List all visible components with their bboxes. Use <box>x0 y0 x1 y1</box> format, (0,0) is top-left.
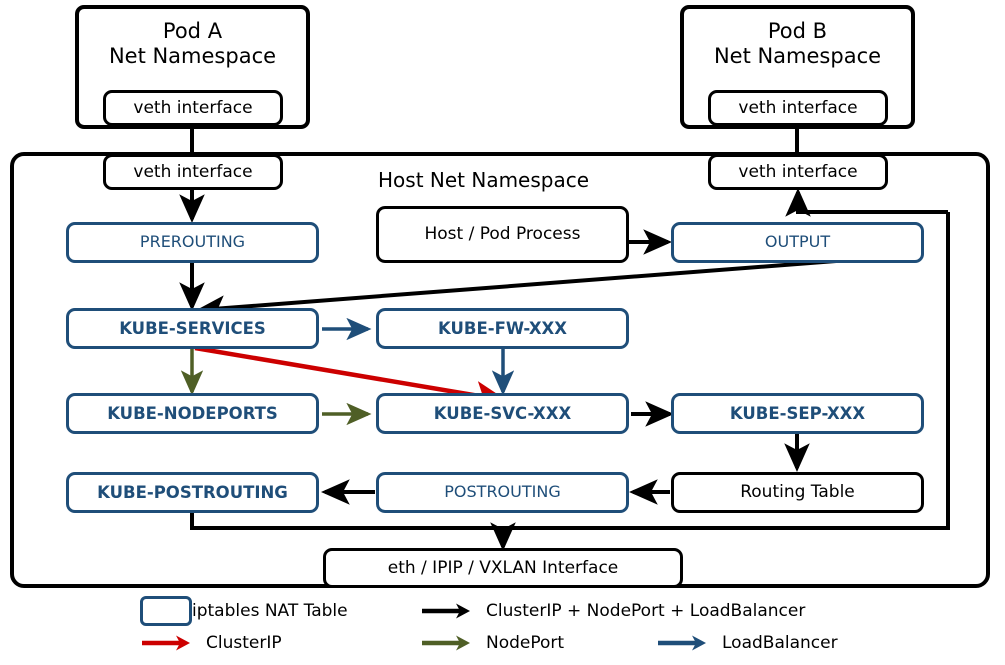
chain-postrouting-label: POSTROUTING <box>444 482 561 502</box>
host-net-namespace-label: Host Net Namespace <box>378 168 590 192</box>
nat-table-swatch-icon <box>140 596 192 626</box>
legend-label-nat-table: iptables NAT Table <box>192 601 348 621</box>
host-pod-process: Host / Pod Process <box>376 206 629 263</box>
legend: iptables NAT Table ClusterIP ClusterIP +… <box>140 596 900 658</box>
legend-item-loadbalancer: LoadBalancer <box>656 628 838 658</box>
pod-a-veth-interface: veth interface <box>103 90 283 126</box>
chain-kube-services-label: KUBE-SERVICES <box>119 318 266 338</box>
legend-item-nodeport: NodePort <box>420 628 564 658</box>
chain-kube-postrouting: KUBE-POSTROUTING <box>66 472 319 513</box>
routing-table: Routing Table <box>671 472 924 513</box>
routing-table-label: Routing Table <box>740 482 855 503</box>
legend-item-all-services: ClusterIP + NodePort + LoadBalancer <box>420 596 805 626</box>
legend-label-all-services: ClusterIP + NodePort + LoadBalancer <box>486 601 806 621</box>
chain-prerouting-label: PREROUTING <box>139 232 246 252</box>
chain-kube-sep-xxx: KUBE-SEP-XXX <box>671 393 924 434</box>
chain-kube-services: KUBE-SERVICES <box>66 308 319 349</box>
chain-kube-svc-xxx: KUBE-SVC-XXX <box>376 393 629 434</box>
legend-item-clusterip: ClusterIP <box>140 628 282 658</box>
pod-a-veth-label: veth interface <box>133 97 253 118</box>
chain-kube-sep-xxx-label: KUBE-SEP-XXX <box>729 403 866 423</box>
chain-postrouting: POSTROUTING <box>376 472 629 513</box>
chain-output: OUTPUT <box>671 222 924 263</box>
black-arrow-icon <box>420 601 472 621</box>
eth-interface-label: eth / IPIP / VXLAN Interface <box>387 557 619 578</box>
chain-prerouting: PREROUTING <box>66 222 319 263</box>
pod-b-veth-label: veth interface <box>738 97 858 118</box>
pod-b-veth-interface: veth interface <box>708 90 888 126</box>
chain-kube-fw-xxx: KUBE-FW-XXX <box>376 308 629 349</box>
host-veth-left-label: veth interface <box>133 161 253 182</box>
red-arrow-icon <box>140 633 192 653</box>
legend-label-clusterip: ClusterIP <box>206 633 282 653</box>
chain-kube-nodeports-label: KUBE-NODEPORTS <box>107 403 278 423</box>
host-veth-right-label: veth interface <box>738 161 858 182</box>
chain-kube-nodeports: KUBE-NODEPORTS <box>66 393 319 434</box>
legend-label-nodeport: NodePort <box>486 633 565 653</box>
legend-label-loadbalancer: LoadBalancer <box>722 633 838 653</box>
pod-a-title: Pod A Net Namespace <box>108 19 277 68</box>
eth-ipip-vxlan-interface: eth / IPIP / VXLAN Interface <box>323 548 683 588</box>
legend-item-nat-table: iptables NAT Table <box>140 596 348 626</box>
chain-kube-postrouting-label: KUBE-POSTROUTING <box>97 482 288 502</box>
chain-output-label: OUTPUT <box>764 232 831 252</box>
diagram-canvas: Pod A Net Namespace veth interface Pod B… <box>0 0 1005 665</box>
blue-arrow-icon <box>656 633 708 653</box>
pod-b-title: Pod B Net Namespace <box>713 19 882 68</box>
chain-kube-fw-xxx-label: KUBE-FW-XXX <box>438 318 567 338</box>
host-pod-process-label: Host / Pod Process <box>424 224 581 245</box>
olive-arrow-icon <box>420 633 472 653</box>
host-veth-interface-left: veth interface <box>103 154 283 190</box>
host-veth-interface-right: veth interface <box>708 154 888 190</box>
chain-kube-svc-xxx-label: KUBE-SVC-XXX <box>433 403 572 423</box>
